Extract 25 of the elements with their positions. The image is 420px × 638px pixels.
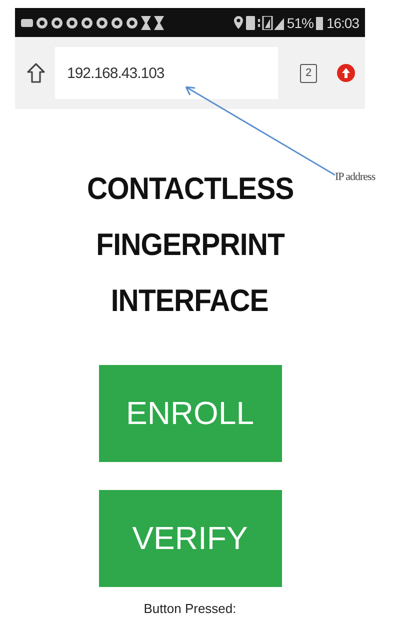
address-bar[interactable]: 192.168.43.103	[55, 47, 278, 99]
notification-icon	[66, 16, 78, 30]
location-icon	[234, 16, 243, 29]
page-title: FINGERPRINT	[96, 226, 284, 264]
clock-time: 16:03	[326, 14, 359, 30]
notification-icon	[111, 16, 123, 30]
notification-icon	[81, 16, 93, 30]
hourglass-icon	[154, 16, 164, 30]
signal-icon	[258, 16, 284, 30]
upload-icon[interactable]	[337, 64, 355, 82]
hourglass-icon	[141, 16, 151, 30]
notification-icon	[36, 16, 48, 30]
page-title: INTERFACE	[111, 282, 269, 320]
sim-icon	[246, 16, 255, 30]
tab-count[interactable]: 2	[300, 64, 317, 82]
status-text: Button Pressed:	[144, 601, 236, 616]
notification-icon	[96, 16, 108, 30]
battery-icon	[316, 16, 324, 30]
home-icon[interactable]	[27, 63, 45, 83]
page-title: CONTACTLESS	[86, 170, 294, 208]
notification-icon	[126, 16, 138, 30]
message-icon	[21, 16, 33, 28]
battery-percentage: 51%	[286, 14, 314, 30]
annotation-label: IP address	[335, 171, 376, 183]
notification-icon	[51, 16, 63, 30]
